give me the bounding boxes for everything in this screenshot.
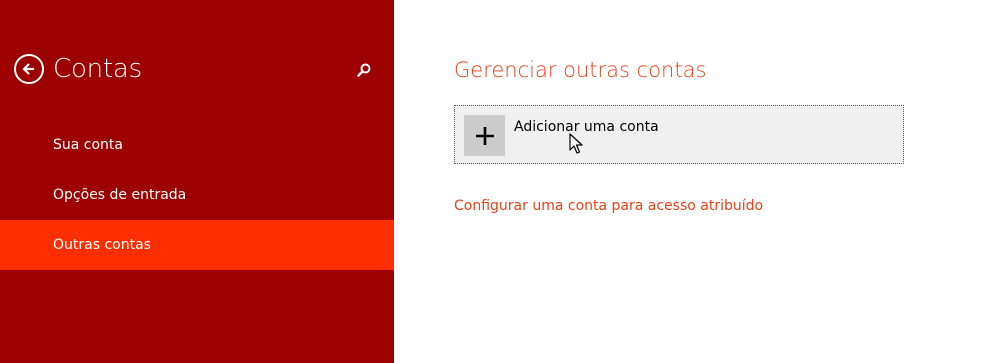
sidebar-item-label: Sua conta bbox=[53, 137, 123, 153]
search-icon[interactable] bbox=[354, 60, 374, 80]
sidebar-item-label: Opções de entrada bbox=[53, 187, 187, 203]
back-arrow-icon[interactable] bbox=[14, 54, 44, 84]
add-account-label: Adicionar uma conta bbox=[514, 119, 659, 135]
sidebar-item-sign-in-options[interactable]: Opções de entrada bbox=[0, 170, 394, 220]
page-title: Gerenciar outras contas bbox=[454, 58, 707, 82]
sidebar-title: Contas bbox=[53, 54, 143, 84]
sidebar-header: Contas bbox=[14, 54, 142, 84]
assigned-access-link[interactable]: Configurar uma conta para acesso atribuí… bbox=[454, 198, 763, 214]
plus-icon bbox=[464, 115, 505, 156]
sidebar-nav: Sua conta Opções de entrada Outras conta… bbox=[0, 120, 394, 270]
add-account-button[interactable]: Adicionar uma conta bbox=[454, 105, 904, 164]
sidebar-item-other-accounts[interactable]: Outras contas bbox=[0, 220, 394, 270]
sidebar-item-your-account[interactable]: Sua conta bbox=[0, 120, 394, 170]
settings-window: Contas Sua conta Opções de entrada Outra… bbox=[0, 0, 983, 363]
sidebar-item-label: Outras contas bbox=[53, 237, 151, 253]
sidebar: Contas Sua conta Opções de entrada Outra… bbox=[0, 0, 394, 363]
